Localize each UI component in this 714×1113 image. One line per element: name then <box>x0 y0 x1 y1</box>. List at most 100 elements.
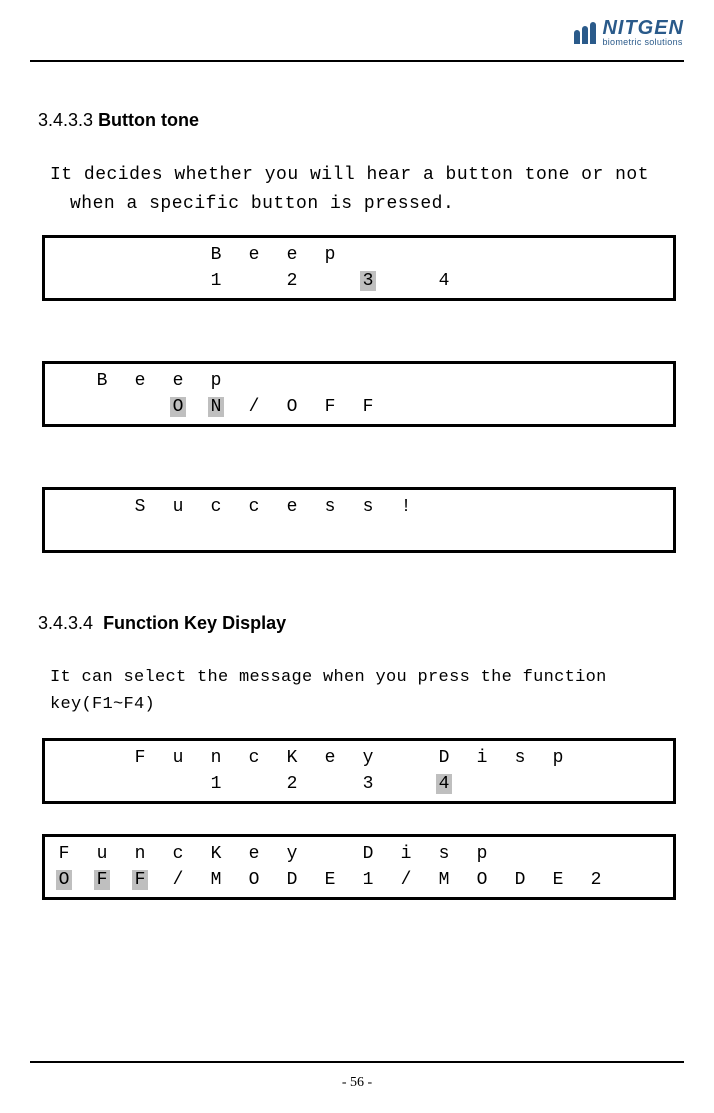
lcd-cell: D <box>501 870 539 890</box>
lcd-cell <box>577 371 615 391</box>
lcd-row: 1 2 3 4 <box>45 268 673 294</box>
lcd-cell <box>615 245 653 265</box>
lcd-cell: e <box>121 371 159 391</box>
lcd-cell <box>45 245 83 265</box>
lcd-cell <box>311 774 349 794</box>
lcd-cell <box>235 371 273 391</box>
lcd-highlight: 3 <box>360 271 377 291</box>
lcd-cell <box>425 397 463 417</box>
lcd-cell: F <box>83 870 121 890</box>
lcd-cell: c <box>159 844 197 864</box>
lcd-cell: p <box>539 748 577 768</box>
lcd-cell: s <box>425 844 463 864</box>
lcd-row: OFF/MODE1/MODE2 <box>45 867 673 893</box>
lcd-cell: F <box>121 870 159 890</box>
lcd-cell <box>501 844 539 864</box>
section-number: 3.4.3.3 <box>38 110 93 130</box>
lcd-cell <box>501 497 539 517</box>
lcd-cell <box>615 844 653 864</box>
lcd-cell: e <box>311 748 349 768</box>
lcd-cell: / <box>387 870 425 890</box>
lcd-cell <box>501 271 539 291</box>
lcd-cell <box>311 371 349 391</box>
lcd-cell: K <box>273 748 311 768</box>
section-heading-button-tone: 3.4.3.3 Button tone <box>38 110 676 131</box>
lcd-cell: i <box>463 748 501 768</box>
lcd-cell <box>83 748 121 768</box>
lcd-row: ON/OFF <box>45 394 673 420</box>
lcd-cell: 1 <box>349 870 387 890</box>
lcd-cell <box>577 271 615 291</box>
lcd-success: Success! <box>42 487 676 553</box>
lcd-cell: 4 <box>425 271 463 291</box>
lcd-cell <box>539 497 577 517</box>
lcd-cell <box>463 371 501 391</box>
lcd-cell: p <box>463 844 501 864</box>
lcd-cell <box>349 245 387 265</box>
lcd-highlight: F <box>94 870 111 890</box>
lcd-cell <box>311 271 349 291</box>
lcd-cell <box>45 371 83 391</box>
lcd-cell: E <box>539 870 577 890</box>
lcd-row: FuncKey Disp <box>45 841 673 867</box>
lcd-cell: B <box>197 245 235 265</box>
lcd-cell: c <box>235 748 273 768</box>
lcd-beep-onoff: Beep ON/OFF <box>42 361 676 427</box>
lcd-cell: n <box>197 748 235 768</box>
lcd-cell <box>83 271 121 291</box>
lcd-cell <box>615 870 653 890</box>
lcd-cell <box>159 774 197 794</box>
lcd-highlight: F <box>132 870 149 890</box>
lcd-cell: ! <box>387 497 425 517</box>
lcd-cell: u <box>83 844 121 864</box>
lcd-highlight: 4 <box>436 774 453 794</box>
lcd-cell <box>577 748 615 768</box>
lcd-cell <box>425 371 463 391</box>
lcd-cell: 3 <box>349 774 387 794</box>
lcd-cell <box>577 245 615 265</box>
lcd-cell: S <box>121 497 159 517</box>
logo-bars-icon <box>574 22 596 44</box>
brand-logo: NITGEN biometric solutions <box>574 18 684 47</box>
lcd-cell <box>349 371 387 391</box>
lcd-cell: s <box>501 748 539 768</box>
lcd-cell <box>577 844 615 864</box>
lcd-cell: y <box>349 748 387 768</box>
lcd-cell: 2 <box>273 271 311 291</box>
lcd-cell <box>425 497 463 517</box>
lcd-cell <box>539 371 577 391</box>
lcd-row: 1 2 3 4 <box>45 771 673 797</box>
lcd-cell: s <box>349 497 387 517</box>
section-body: It can select the message when you press… <box>50 664 676 718</box>
lcd-cell <box>463 245 501 265</box>
lcd-beep-menu: Beep 1 2 3 4 <box>42 235 676 301</box>
lcd-cell: F <box>45 844 83 864</box>
header-divider <box>30 60 684 62</box>
logo-tagline: biometric solutions <box>602 38 684 47</box>
lcd-cell <box>577 774 615 794</box>
lcd-cell: n <box>121 844 159 864</box>
lcd-cell: y <box>273 844 311 864</box>
lcd-cell: / <box>235 397 273 417</box>
lcd-cell: 2 <box>273 774 311 794</box>
lcd-cell <box>83 497 121 517</box>
lcd-cell <box>159 271 197 291</box>
lcd-cell <box>577 397 615 417</box>
lcd-funckey-mode: FuncKey Disp OFF/MODE1/MODE2 <box>42 834 676 900</box>
lcd-cell: c <box>235 497 273 517</box>
lcd-cell <box>45 271 83 291</box>
lcd-row: Beep <box>45 368 673 394</box>
lcd-row: Success! <box>45 494 673 520</box>
lcd-cell: i <box>387 844 425 864</box>
lcd-cell <box>615 774 653 794</box>
lcd-cell: O <box>159 397 197 417</box>
lcd-cell <box>45 748 83 768</box>
lcd-cell: 1 <box>197 774 235 794</box>
lcd-cell <box>45 497 83 517</box>
lcd-cell: p <box>197 371 235 391</box>
section-number: 3.4.3.4 <box>38 613 93 633</box>
lcd-cell <box>539 774 577 794</box>
lcd-cell: F <box>349 397 387 417</box>
lcd-cell: M <box>425 870 463 890</box>
section-body: It decides whether you will hear a butto… <box>50 161 676 219</box>
